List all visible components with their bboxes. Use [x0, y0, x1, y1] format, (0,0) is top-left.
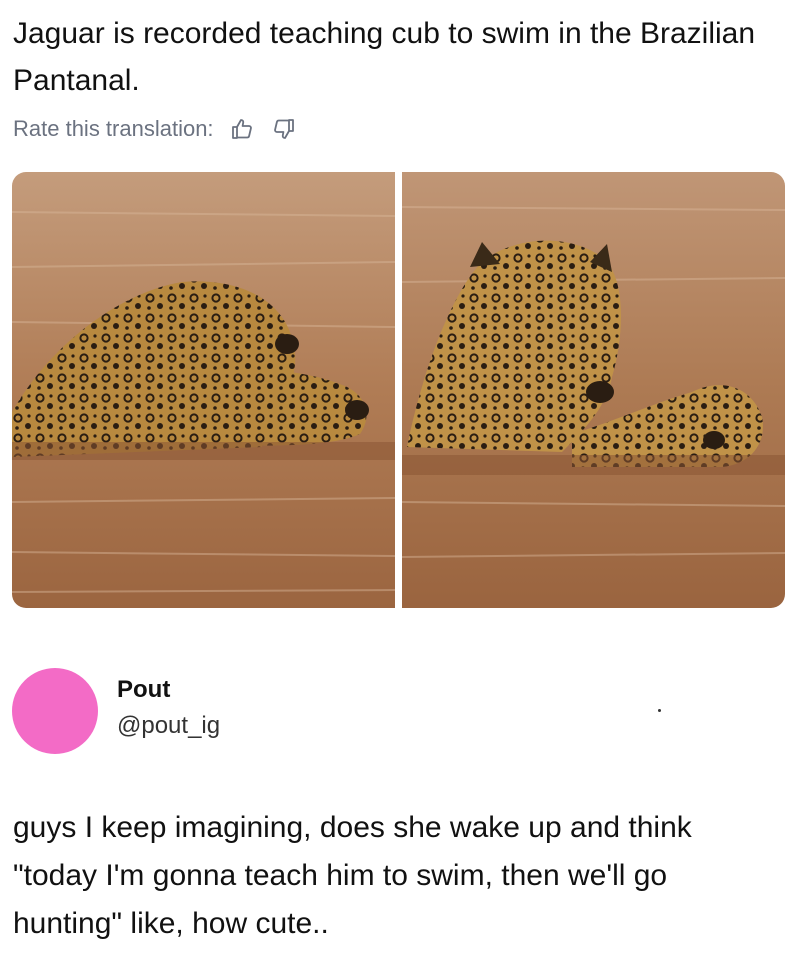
jaguar-carrying-cub-photo[interactable]	[12, 172, 395, 608]
rate-translation-label: Rate this translation:	[13, 116, 214, 141]
thumbs-down-icon[interactable]	[270, 115, 298, 143]
jaguar-swimming-with-cub-photo[interactable]	[402, 172, 785, 608]
post-text: Jaguar is recorded teaching cub to swim …	[13, 17, 756, 97]
comment-text: guys I keep imagining, does she wake up …	[13, 811, 692, 940]
comment-author-handle[interactable]: @pout_ig	[117, 712, 220, 740]
rate-translation-row: Rate this translation:	[13, 113, 298, 145]
photo-grid	[12, 172, 785, 608]
more-options-icon[interactable]	[658, 709, 661, 712]
thumbs-up-icon[interactable]	[228, 115, 256, 143]
avatar[interactable]	[12, 668, 98, 754]
comment-author-name[interactable]: Pout	[117, 676, 170, 704]
